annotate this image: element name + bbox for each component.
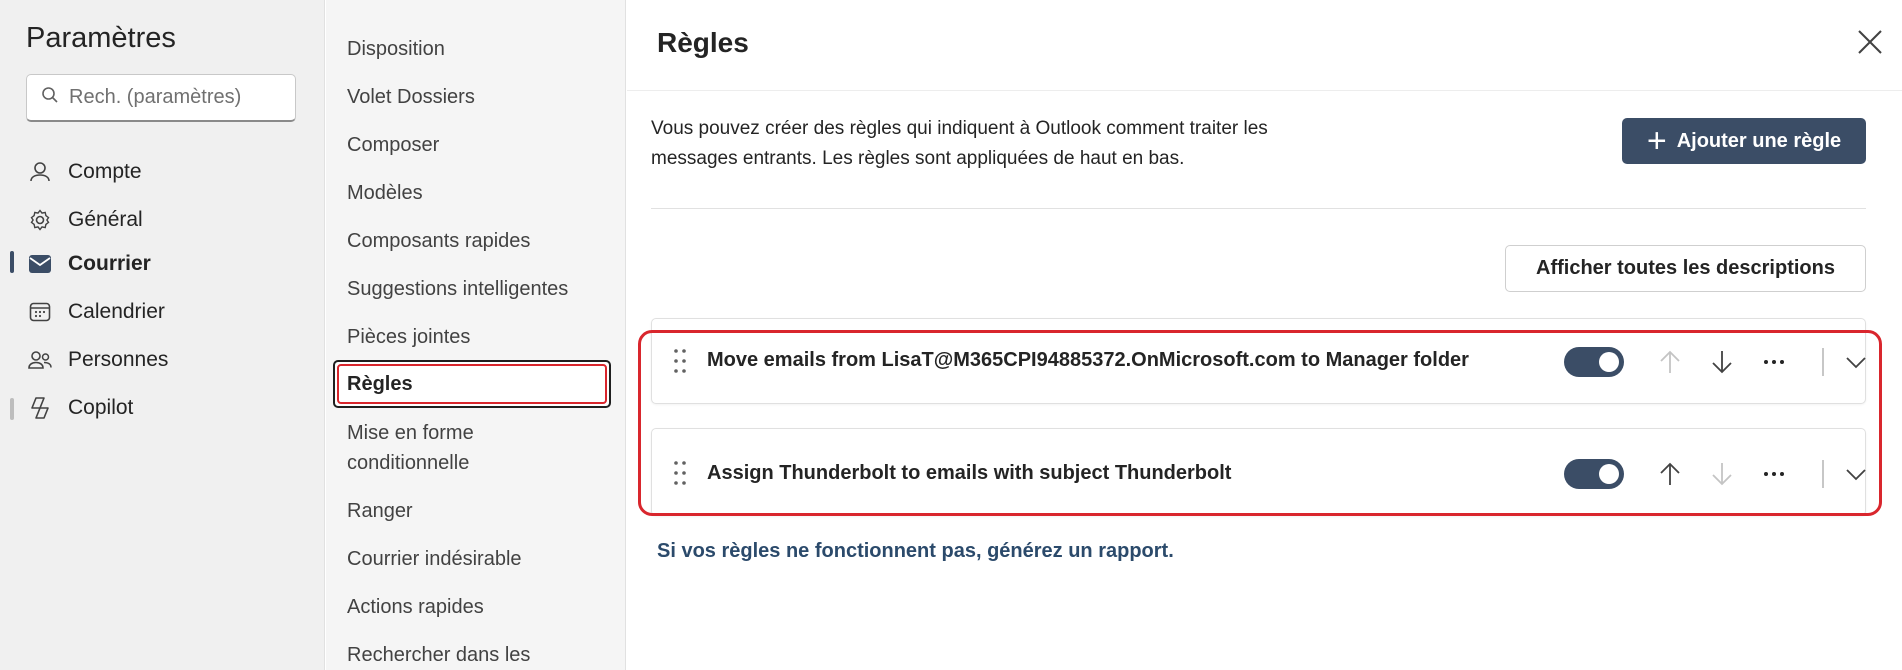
subnav-suggestions-intelligentes[interactable]: Suggestions intelligentes (347, 274, 617, 304)
copilot-indicator (10, 398, 14, 420)
subnav-disposition[interactable]: Disposition (347, 34, 617, 64)
subnav-volet-dossiers[interactable]: Volet Dossiers (347, 82, 617, 112)
nav-item-label: Calendrier (68, 300, 165, 323)
nav-item-label: Copilot (68, 396, 134, 419)
subnav-courrier-indesirable[interactable]: Courrier indésirable (347, 544, 617, 574)
copilot-icon (26, 394, 54, 422)
subnav-rechercher[interactable]: Rechercher dans les (347, 640, 617, 670)
close-button[interactable] (1850, 22, 1890, 62)
subnav-ranger[interactable]: Ranger (347, 496, 617, 526)
intro-line-2: messages entrants. Les règles sont appli… (651, 148, 1185, 169)
rules-pane: Règles Vous pouvez créer des règles qui … (627, 0, 1902, 670)
nav-item-copilot[interactable]: Copilot (26, 388, 316, 428)
search-icon (41, 86, 59, 109)
page-title: Règles (657, 27, 749, 58)
divider (651, 208, 1866, 209)
gear-icon (26, 206, 54, 234)
nav-item-label: Compte (68, 160, 142, 183)
add-rule-button[interactable]: + Ajouter une règle (1622, 118, 1866, 164)
subnav-mise-en-forme-conditionnelle[interactable]: Mise en forme conditionnelle (347, 418, 547, 478)
subnav-actions-rapides[interactable]: Actions rapides (347, 592, 617, 622)
generate-report-link[interactable]: Si vos règles ne fonctionnent pas, génér… (657, 540, 1174, 563)
add-rule-label: Ajouter une règle (1676, 129, 1842, 152)
subnav-pieces-jointes[interactable]: Pièces jointes (347, 322, 617, 352)
rules-intro: Vous pouvez créer des règles qui indique… (651, 114, 1371, 174)
people-icon (26, 346, 54, 374)
nav-item-label: Général (68, 208, 143, 231)
intro-line-1: Vous pouvez créer des règles qui indique… (651, 118, 1268, 139)
settings-search-box[interactable] (26, 74, 296, 122)
nav-item-compte[interactable]: Compte (26, 152, 316, 192)
highlight-outline (638, 330, 1882, 516)
plus-icon: + (1646, 122, 1667, 160)
settings-nav: Paramètres Compte Général Courrier Calen… (0, 0, 325, 670)
close-icon (1858, 30, 1882, 54)
settings-title: Paramètres (26, 22, 176, 54)
mail-settings-nav: Disposition Volet Dossiers Composer Modè… (326, 0, 626, 670)
nav-item-courrier[interactable]: Courrier (26, 244, 316, 284)
nav-item-general[interactable]: Général (26, 200, 316, 240)
nav-item-label: Courrier (68, 252, 151, 275)
nav-item-calendrier[interactable]: Calendrier (26, 292, 316, 332)
nav-item-personnes[interactable]: Personnes (26, 340, 316, 380)
search-input[interactable] (69, 86, 279, 109)
mail-icon (26, 250, 54, 278)
calendar-icon (26, 298, 54, 326)
active-indicator (10, 251, 14, 273)
person-icon (26, 158, 54, 186)
nav-item-label: Personnes (68, 348, 169, 371)
subnav-composer[interactable]: Composer (347, 130, 617, 160)
subnav-regles[interactable]: Règles (333, 360, 611, 408)
pane-header: Règles (627, 0, 1902, 91)
subnav-modeles[interactable]: Modèles (347, 178, 617, 208)
subnav-composants-rapides[interactable]: Composants rapides (347, 226, 617, 256)
show-all-descriptions-button[interactable]: Afficher toutes les descriptions (1505, 245, 1866, 292)
